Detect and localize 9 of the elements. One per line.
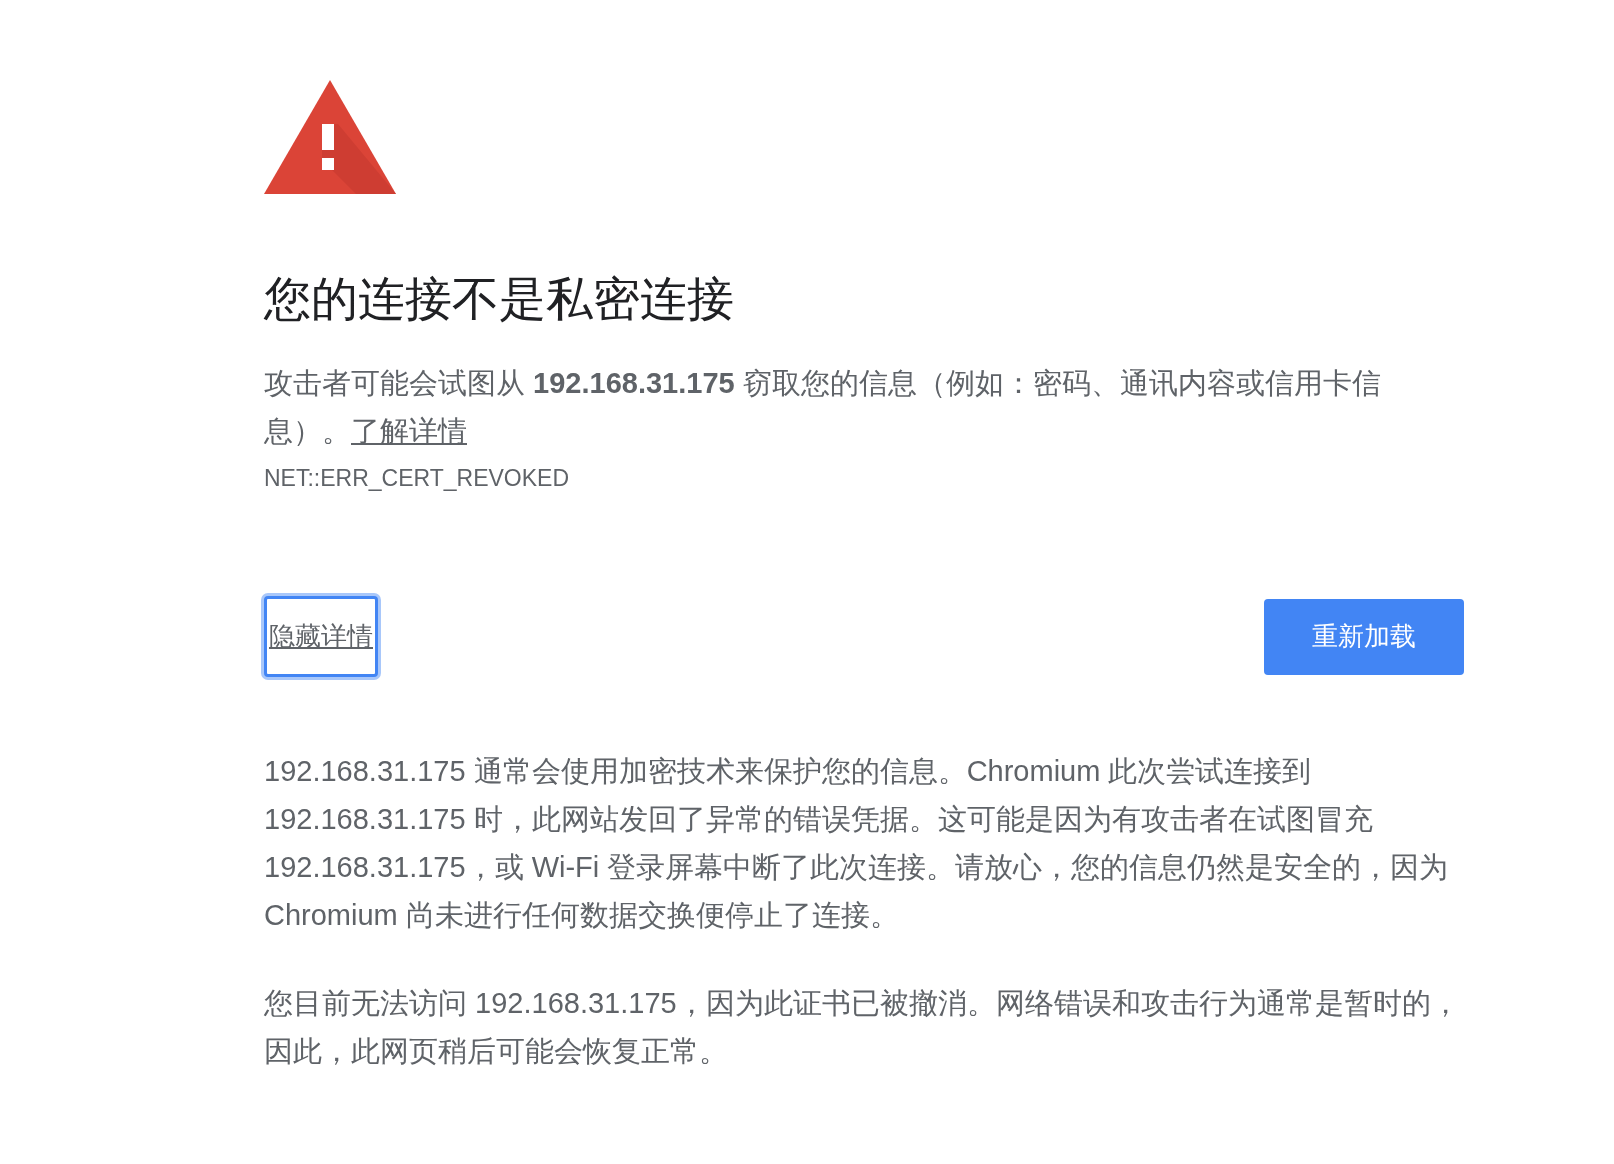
learn-more-link[interactable]: 了解详情 xyxy=(351,415,467,448)
reload-button[interactable]: 重新加载 xyxy=(1264,598,1464,675)
hide-details-button[interactable]: 隐藏详情 xyxy=(264,596,378,678)
warning-message: 攻击者可能会试图从 192.168.31.175 窃取您的信息（例如：密码、通讯内容或信用卡信息）。了解详情 xyxy=(264,366,1382,450)
page-title: 您的连接不是私密连接 xyxy=(264,271,735,327)
details-paragraph: 192.168.31.175 通常会使用加密技术来保护您的信息。Chromium 此次尝试连接到 192.168.31.175 时，此网站发回了异常的错误凭据。这可能是因为有攻击者在试图冒充 192.168.31.175，或 Wi-Fi 登录屏幕中断了此次连接。请放心，您的信息仍然是安全的，因为 Chromium 尚未进行任何数据交换便停止了连接。 xyxy=(264,754,1450,934)
details-paragraph: 您目前无法访问 192.168.31.175，因为此证书已被撤消。网络错误和攻击行为通常是暂时的，因此，此网页稍后可能会恢复正常。 xyxy=(264,986,1461,1070)
error-code: NET::ERR_CERT_REVOKED xyxy=(264,465,571,493)
warning-icon xyxy=(264,80,396,194)
